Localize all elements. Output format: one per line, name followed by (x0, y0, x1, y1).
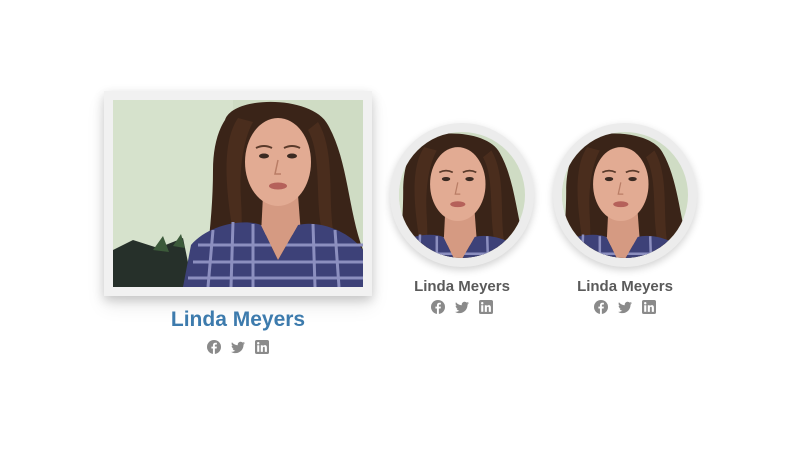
profile-name: Linda Meyers (577, 278, 673, 295)
facebook-icon[interactable] (207, 340, 221, 354)
social-links (553, 300, 697, 314)
profile-name: Linda Meyers (414, 278, 510, 295)
social-links (390, 300, 534, 314)
twitter-icon[interactable] (618, 300, 632, 314)
social-links (104, 340, 372, 354)
facebook-icon[interactable] (594, 300, 608, 314)
profile-photo-frame (104, 91, 372, 296)
profile-card-round: Linda Meyers (390, 123, 536, 323)
profile-photo (113, 100, 363, 287)
facebook-icon[interactable] (431, 300, 445, 314)
linkedin-icon[interactable] (479, 300, 493, 314)
profile-photo (562, 132, 688, 258)
profile-card-round: Linda Meyers (553, 123, 699, 323)
linkedin-icon[interactable] (255, 340, 269, 354)
profile-card-featured: Linda Meyers (104, 91, 372, 357)
profile-photo (399, 132, 525, 258)
twitter-icon[interactable] (455, 300, 469, 314)
profile-name: Linda Meyers (170, 308, 306, 331)
profile-photo-frame (390, 123, 534, 267)
linkedin-icon[interactable] (642, 300, 656, 314)
twitter-icon[interactable] (231, 340, 245, 354)
profile-photo-frame (553, 123, 697, 267)
